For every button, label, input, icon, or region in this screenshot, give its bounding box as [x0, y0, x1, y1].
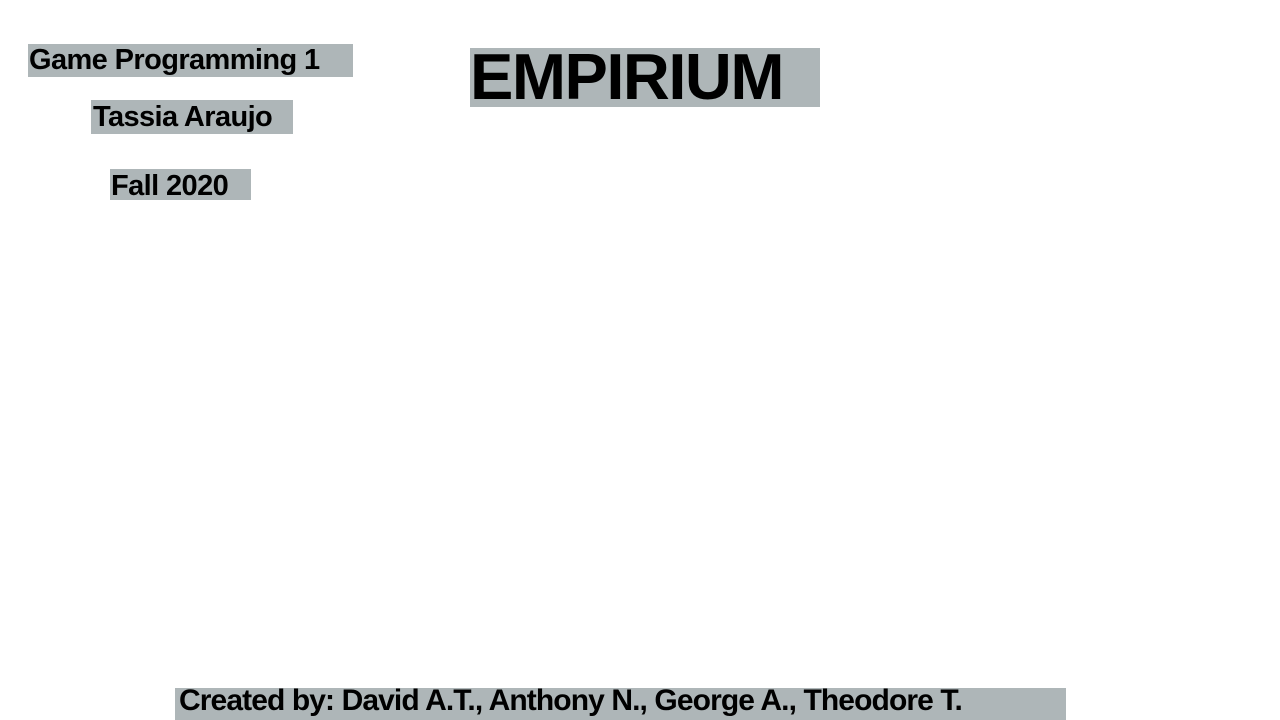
game-title: EMPIRIUM	[470, 48, 820, 107]
credits-label: Created by: David A.T., Anthony N., Geor…	[175, 688, 1066, 720]
instructor-name-label: Tassia Araujo	[91, 100, 293, 134]
course-name-label: Game Programming 1	[28, 44, 353, 77]
title-screen: Game Programming 1 Tassia Araujo Fall 20…	[0, 0, 1280, 720]
term-label: Fall 2020	[110, 169, 251, 200]
